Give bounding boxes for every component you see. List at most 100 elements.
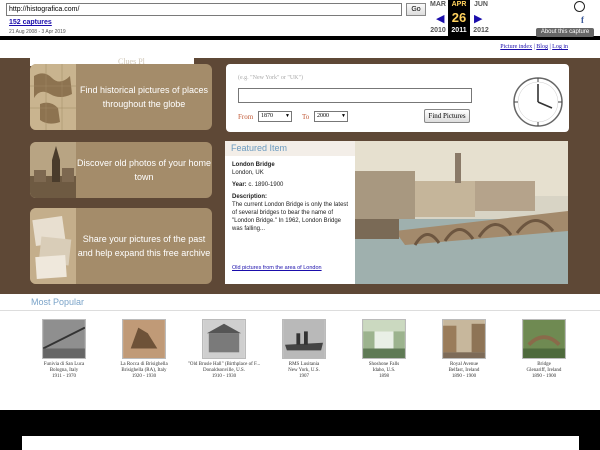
wayback-captures-link[interactable]: 152 captures (9, 19, 52, 26)
promo-find-pictures[interactable]: Find historical pictures of places throu… (30, 64, 212, 130)
divider (0, 310, 600, 311)
chevron-down-icon: ▼ (341, 114, 346, 119)
popular-item[interactable]: RMS Lusitania New York, U.S. 1907 (264, 319, 344, 380)
from-label: From (238, 113, 254, 121)
popular-item[interactable]: Royal Avenue Belfast, Ireland 1890 - 1900 (424, 319, 504, 380)
promo-text-3: Share your pictures of the past and help… (77, 234, 211, 258)
to-year-select[interactable]: 2000 ▼ (314, 111, 348, 122)
wayback-next-month[interactable]: JUN 2012 (470, 0, 492, 34)
login-link[interactable]: Log in (552, 44, 568, 50)
popular-caption: Royal Avenue Belfast, Ireland 1890 - 1900 (424, 362, 504, 380)
featured-desc-label: Description: (232, 194, 268, 200)
most-popular-title: Most Popular (31, 297, 85, 307)
wayback-toolbar: http://histografica.com/ Go 152 captures… (0, 0, 600, 38)
popular-photo (42, 319, 86, 359)
location-search-input[interactable] (238, 88, 472, 103)
next-month-label: JUN (473, 1, 488, 8)
popular-photo (282, 319, 326, 359)
wayback-date-range: 21 Aug 2008 - 3 Apr 2019 (9, 29, 66, 35)
popular-photo (122, 319, 166, 359)
london-bridge-photo[interactable] (355, 141, 568, 284)
photo-stack-icon (30, 208, 76, 284)
popular-caption: Bridge Glenariff, Ireland 1890 - 1900 (504, 362, 584, 380)
featured-description: The current London Bridge is only the la… (232, 202, 349, 232)
search-panel: (e.g. "New York" or "UK") From 1870 ▼ To… (226, 64, 569, 132)
wayback-go-button[interactable]: Go (406, 3, 426, 16)
wayback-url-input[interactable]: http://histografica.com/ (6, 3, 402, 16)
popular-item[interactable]: Bridge Glenariff, Ireland 1890 - 1900 (504, 319, 584, 380)
popular-name: Shoshone Falls (368, 362, 400, 367)
popular-item[interactable]: La Rocca di Brisighella Brisighella (RA),… (104, 319, 184, 380)
popular-place: Bologna, Italy (49, 368, 79, 373)
current-day-label: 26 (451, 10, 467, 25)
popular-place: Idaho, U.S. (372, 368, 396, 373)
popular-name: Bridge (537, 362, 551, 367)
prev-year-label: 2010 (430, 27, 446, 34)
footer-panel (22, 436, 579, 450)
popular-caption: La Rocca di Brisighella Brisighella (RA),… (104, 362, 184, 380)
prev-capture-arrow-icon[interactable]: ◀ (436, 12, 444, 25)
popular-caption: Shoshone Falls Idaho, U.S. 1898 (344, 362, 424, 380)
popular-years: 1907 (299, 374, 309, 379)
popular-years: 1890 - 1900 (531, 374, 557, 379)
popular-photo (362, 319, 406, 359)
search-hint: (e.g. "New York" or "UK") (238, 75, 303, 81)
blog-link[interactable]: Blog (536, 44, 548, 50)
current-month-label: APR (451, 1, 467, 8)
promo-home-town[interactable]: Discover old photos of your home town (30, 142, 212, 198)
chevron-down-icon: ▼ (285, 114, 290, 119)
featured-year-label: Year: (232, 182, 247, 188)
popular-place: Belfast, Ireland (448, 368, 480, 373)
popular-photo (202, 319, 246, 359)
popular-years: 1911 - 1970 (52, 374, 76, 379)
find-pictures-button[interactable]: Find Pictures (424, 109, 470, 123)
featured-location: London, UK (232, 170, 264, 176)
popular-years: 1910 - 1930 (211, 374, 237, 379)
featured-year: c. 1890-1900 (248, 182, 284, 188)
popular-place: New York, U.S. (288, 368, 320, 373)
popular-place: Brisighella (RA), Italy (121, 368, 167, 373)
popular-caption: Funivia di San Luca Bologna, Italy 1911 - … (24, 362, 104, 380)
wayback-prev-month[interactable]: MAR 2010 (427, 0, 449, 34)
clock-icon (513, 77, 563, 127)
prev-month-label: MAR (430, 1, 446, 8)
header-links: Picture index | Blog | Log in (500, 44, 568, 50)
wayback-current-month: APR 26 2011 (448, 0, 470, 36)
popular-caption: RMS Lusitania New York, U.S. 1907 (264, 362, 344, 380)
most-popular-section: Most Popular Funivia di San Luca Bologna,… (0, 294, 600, 410)
popular-caption: "Old Brusle Hall" (Birthplace of F... Don… (184, 362, 264, 380)
popular-years: 1890 - 1900 (451, 374, 477, 379)
promo-text-2: Discover old photos of your home town (76, 158, 212, 182)
popular-item[interactable]: Funivia di San Luca Bologna, Italy 1911 - … (24, 319, 104, 380)
popular-place: Glenariff, Ireland (526, 368, 562, 373)
current-year-label: 2011 (451, 27, 467, 34)
globe-map-icon (30, 64, 76, 130)
popular-photo (442, 319, 486, 359)
promo-share-pictures[interactable]: Share your pictures of the past and help… (30, 208, 212, 284)
about-capture-button[interactable]: About this capture (536, 28, 594, 37)
featured-panel: Featured Item London Bridge London, UK Y… (225, 141, 355, 284)
featured-body: London Bridge London, UK Year: c. 1890-1… (232, 161, 352, 233)
promo-text-1: Find historical pictures of places throu… (79, 85, 209, 109)
to-label: To (302, 113, 310, 121)
popular-name: "Old Brusle Hall" (Birthplace of F... (187, 362, 261, 367)
from-year-select[interactable]: 1870 ▼ (258, 111, 292, 122)
from-year-value: 1870 (261, 113, 273, 119)
featured-title[interactable]: London Bridge (232, 162, 275, 168)
close-icon[interactable] (574, 1, 585, 12)
to-year-value: 2000 (317, 113, 329, 119)
next-year-label: 2012 (473, 27, 489, 34)
popular-place: Donaldsonville, U.S. (203, 368, 245, 373)
next-capture-arrow-icon[interactable]: ▶ (474, 12, 482, 25)
featured-heading: Featured Item (225, 141, 355, 156)
popular-name: Funivia di San Luca (43, 362, 85, 367)
popular-name: Royal Avenue (449, 362, 479, 367)
popular-name: La Rocca di Brisighella (120, 362, 168, 367)
picture-index-link[interactable]: Picture index (500, 44, 532, 50)
popular-years: 1920 - 1930 (131, 374, 157, 379)
popular-item[interactable]: "Old Brusle Hall" (Birthplace of F... Don… (184, 319, 264, 380)
facebook-icon[interactable]: f (581, 15, 584, 25)
popular-item[interactable]: Shoshone Falls Idaho, U.S. 1898 (344, 319, 424, 380)
featured-area-link[interactable]: Old pictures from the area of London (232, 265, 322, 271)
popular-photo (522, 319, 566, 359)
